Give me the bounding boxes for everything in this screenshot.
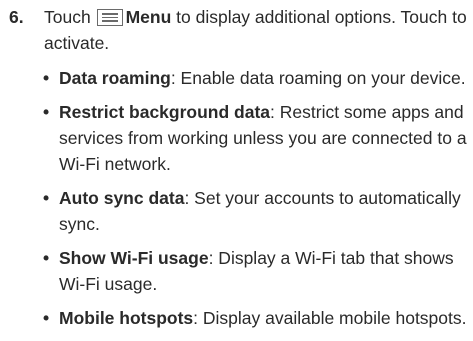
- step-6: 6. Touch Menu to display additional opti…: [4, 4, 467, 56]
- option-title: Mobile hotspots: [59, 308, 194, 328]
- menu-icon: [96, 9, 123, 26]
- option-description: : Display available mobile hotspots.: [193, 308, 467, 328]
- options-list: Data roaming: Enable data roaming on you…: [4, 65, 467, 331]
- step-text-before: Touch: [44, 7, 96, 27]
- option-title: Data roaming: [59, 68, 171, 88]
- option-auto-sync-data: Auto sync data: Set your accounts to aut…: [43, 185, 467, 237]
- option-show-wifi-usage: Show Wi-Fi usage: Display a Wi-Fi tab th…: [43, 245, 467, 297]
- step-instruction: Touch Menu to display additional options…: [44, 4, 467, 56]
- step-number: 6.: [9, 7, 24, 27]
- option-description: : Enable data roaming on your device.: [170, 68, 466, 88]
- option-data-roaming: Data roaming: Enable data roaming on you…: [43, 65, 467, 91]
- menu-label: Menu: [125, 7, 172, 27]
- option-title: Auto sync data: [59, 188, 185, 208]
- manual-page: 6. Touch Menu to display additional opti…: [0, 0, 473, 341]
- option-title: Restrict background data: [59, 102, 271, 122]
- option-mobile-hotspots: Mobile hotspots: Display available mobil…: [43, 305, 467, 331]
- option-restrict-background-data: Restrict background data: Restrict some …: [43, 99, 467, 177]
- option-title: Show Wi-Fi usage: [59, 248, 209, 268]
